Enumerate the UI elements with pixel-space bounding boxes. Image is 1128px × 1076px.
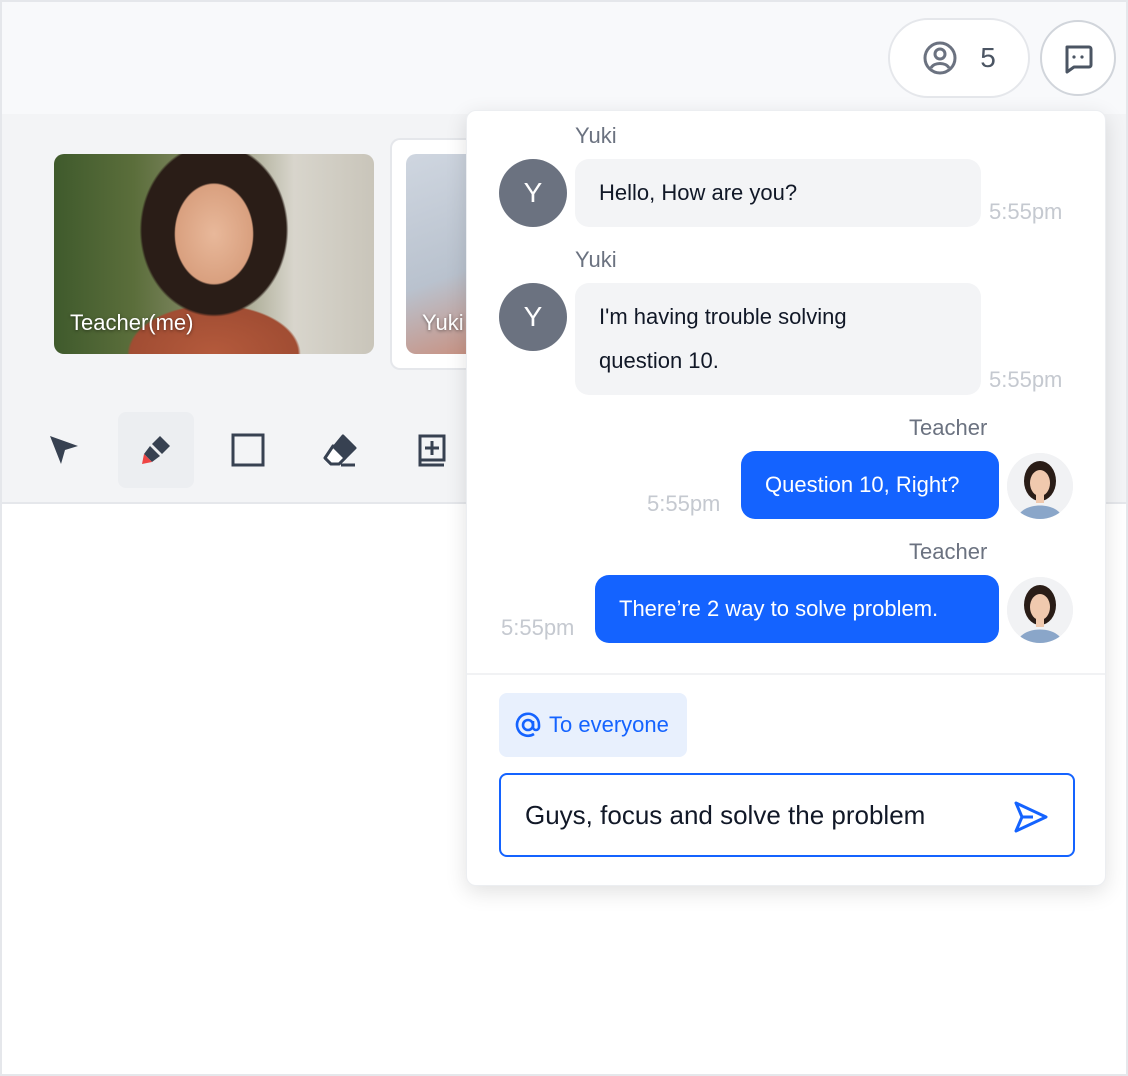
select-tool-button[interactable] [26, 412, 102, 488]
message-time: 5:55pm [647, 491, 721, 516]
pen-tool-button[interactable] [118, 412, 194, 488]
avatar: Y [499, 283, 567, 351]
participant-count: 5 [980, 42, 996, 73]
message-bubble: I'm having trouble solving question 10. [575, 283, 981, 395]
video-tile-label: Yuki [422, 310, 464, 335]
message-time: 5:55pm [501, 615, 575, 640]
message-bubble: Hello, How are you? [575, 159, 981, 227]
send-button[interactable] [1011, 797, 1051, 837]
message-text: Question 10, Right? [765, 472, 960, 497]
user-circle-icon [923, 41, 957, 75]
rectangle-tool-button[interactable] [210, 412, 286, 488]
message-composer: To everyone [467, 673, 1105, 885]
add-page-tool-button[interactable] [394, 412, 470, 488]
avatar: Y [499, 159, 567, 227]
video-tile-teacher[interactable]: Teacher(me) [54, 154, 374, 354]
message-sender: Teacher [909, 415, 988, 440]
chat-panel: Yuki Y Hello, How are you? 5:55pm Yuki Y… [466, 110, 1106, 886]
message-text-line: question 10. [599, 348, 719, 373]
video-tile-label: Teacher(me) [70, 310, 194, 335]
whiteboard-toolbar [26, 412, 470, 488]
eraser-icon [323, 434, 357, 467]
recipient-label: To everyone [549, 712, 669, 737]
marker-icon [142, 436, 170, 464]
recipient-selector[interactable]: To everyone [499, 693, 687, 757]
chat-toggle-button[interactable] [1040, 20, 1116, 96]
teacher-avatar [1007, 577, 1073, 643]
add-page-icon [418, 434, 446, 467]
chat-bubble-icon [1065, 45, 1093, 74]
message-bubble: Question 10, Right? [741, 451, 999, 519]
message-time: 5:55pm [989, 367, 1063, 392]
at-sign-icon [515, 712, 541, 738]
message-sender: Teacher [909, 539, 988, 564]
person-portrait-icon [1007, 577, 1073, 643]
pointer-arrow-icon [50, 436, 78, 464]
message-text: There’re 2 way to solve problem. [619, 596, 939, 621]
send-icon [1014, 801, 1048, 833]
participants-button[interactable]: 5 [888, 18, 1030, 98]
message-bubble: There’re 2 way to solve problem. [595, 575, 999, 643]
teacher-avatar [1007, 453, 1073, 519]
message-text: Hello, How are you? [599, 180, 798, 205]
classroom-window: 5 Teacher(me) Yuki Yuki Y Hello, How are… [0, 0, 1128, 1076]
message-text-line: I'm having trouble solving [599, 304, 847, 329]
message-input-box [499, 773, 1075, 857]
person-portrait-icon [1007, 453, 1073, 519]
square-icon [231, 433, 265, 467]
eraser-tool-button[interactable] [302, 412, 378, 488]
message-sender: Yuki [575, 247, 617, 272]
message-input[interactable] [525, 799, 995, 831]
message-time: 5:55pm [989, 199, 1063, 224]
message-sender: Yuki [575, 123, 617, 148]
